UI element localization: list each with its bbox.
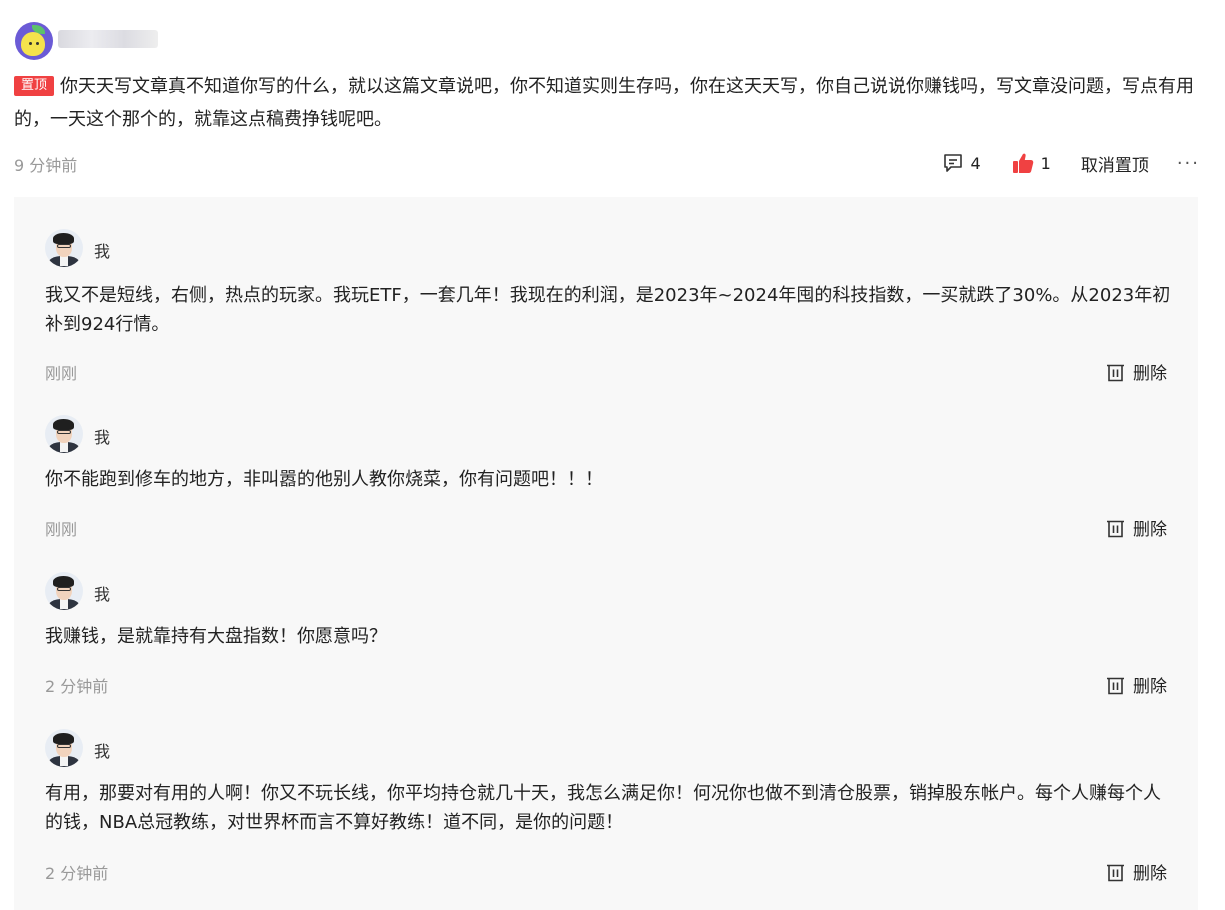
pinned-badge: 置顶 — [14, 76, 55, 96]
reply-count: 4 — [970, 153, 981, 173]
delete-label: 删除 — [1133, 864, 1167, 884]
trash-icon — [1107, 677, 1124, 694]
delete-label: 删除 — [1133, 364, 1167, 384]
reply-count-button[interactable]: 4 — [942, 152, 981, 174]
thumbs-up-icon — [1012, 153, 1033, 173]
more-options-button[interactable]: ··· — [1177, 153, 1200, 174]
delete-button[interactable]: 删除 — [1106, 515, 1167, 540]
delete-label: 删除 — [1133, 520, 1167, 540]
reply-text: 我又不是短线，右侧，热点的玩家。我玩ETF，一套几年！我现在的利润，是2023年… — [45, 285, 1171, 335]
reply-avatar[interactable] — [45, 229, 83, 267]
comment-meta-row: 9 分钟前 4 1 取消置顶 ··· — [14, 150, 1200, 176]
blurred-username[interactable] — [58, 30, 158, 48]
reply-time: 刚刚 — [45, 364, 78, 383]
comment-icon — [944, 154, 963, 172]
commenter-avatar[interactable] — [15, 22, 53, 60]
reply-time: 2 分钟前 — [45, 677, 109, 696]
delete-button[interactable]: 删除 — [1106, 672, 1167, 697]
reply-text: 你不能跑到修车的地方，非叫嚣的他别人教你烧菜，你有问题吧！！！ — [45, 469, 603, 490]
reply-author-name[interactable]: 我 — [94, 581, 110, 605]
trash-icon — [1107, 364, 1124, 381]
reply-avatar[interactable] — [45, 729, 83, 767]
trash-icon — [1107, 520, 1124, 537]
reply-time: 刚刚 — [45, 520, 78, 539]
like-button[interactable]: 1 — [1011, 151, 1051, 175]
comment-time: 9 分钟前 — [14, 156, 78, 175]
reply-time: 2 分钟前 — [45, 864, 109, 883]
trash-icon — [1107, 864, 1124, 881]
main-comment-text: 你天天写文章真不知道你写的什么，就以这篇文章说吧，你不知道实则生存吗，你在这天天… — [14, 76, 1195, 130]
lemon-avatar-icon — [21, 32, 45, 56]
replies-panel: 我 我又不是短线，右侧，热点的玩家。我玩ETF，一套几年！我现在的利润，是202… — [14, 197, 1198, 910]
reply-author-name[interactable]: 我 — [94, 738, 110, 762]
reply-author-name[interactable]: 我 — [94, 424, 110, 448]
comment-actions: 4 1 取消置顶 ··· — [942, 150, 1200, 176]
reply-avatar[interactable] — [45, 572, 83, 610]
delete-button[interactable]: 删除 — [1106, 859, 1167, 884]
delete-label: 删除 — [1133, 677, 1167, 697]
reply-avatar[interactable] — [45, 415, 83, 453]
like-count: 1 — [1040, 153, 1051, 173]
main-comment: 置顶 你天天写文章真不知道你写的什么，就以这篇文章说吧，你不知道实则生存吗，你在这… — [14, 70, 1199, 136]
unpin-button[interactable]: 取消置顶 — [1081, 151, 1149, 176]
delete-button[interactable]: 删除 — [1106, 359, 1167, 384]
reply-text: 我赚钱，是就靠持有大盘指数！你愿意吗？ — [45, 626, 387, 647]
reply-author-name[interactable]: 我 — [94, 238, 110, 262]
reply-text: 有用，那要对有用的人啊！你又不玩长线，你平均持仓就几十天，我怎么满足你！何况你也… — [45, 783, 1161, 833]
avatar-eye — [36, 42, 39, 45]
avatar-eye — [29, 42, 32, 45]
